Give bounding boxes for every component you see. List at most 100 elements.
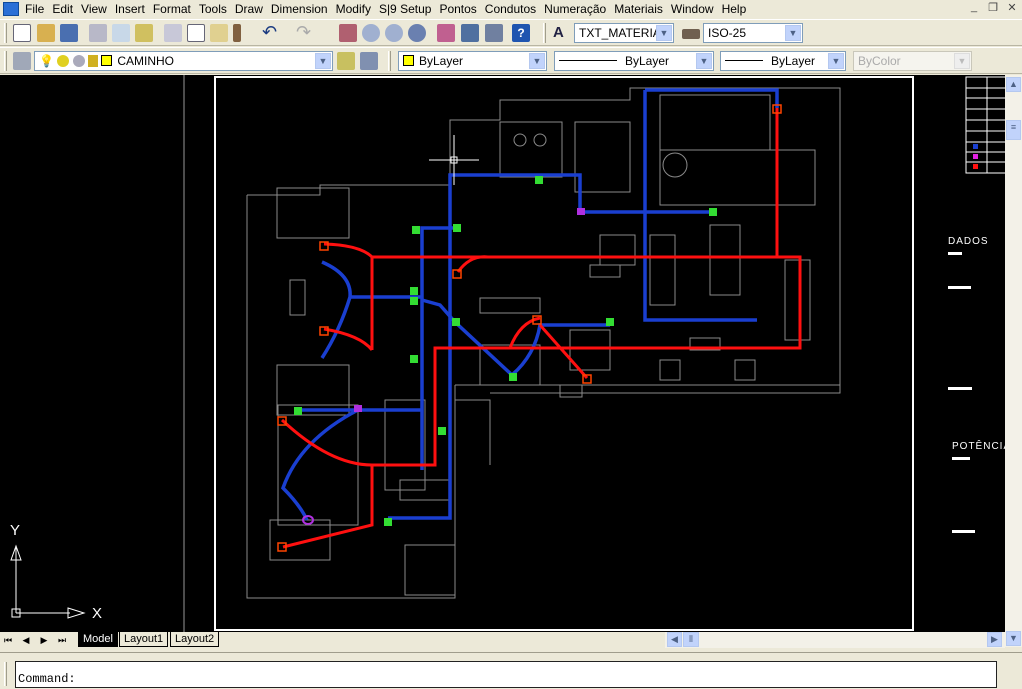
tab-layout1[interactable]: Layout1: [119, 632, 169, 647]
dim-style-select[interactable]: ISO-25 ▼: [703, 23, 803, 43]
menu-modify[interactable]: Modify: [334, 2, 377, 16]
lightbulb-icon[interactable]: 💡: [39, 54, 54, 68]
divider: [0, 652, 1022, 653]
ucs-x-label: X: [92, 605, 103, 622]
command-grip[interactable]: [4, 662, 7, 686]
menu-draw[interactable]: Draw: [233, 2, 269, 16]
chevron-down-icon: ▼: [954, 53, 970, 69]
next-tab-button[interactable]: ▶: [38, 634, 50, 646]
menu-insert[interactable]: Insert: [113, 2, 151, 16]
last-tab-button[interactable]: ⏭: [56, 634, 68, 646]
design-center-icon[interactable]: [461, 24, 479, 42]
layer-manager-icon[interactable]: [13, 52, 31, 70]
menu-file[interactable]: File: [23, 2, 50, 16]
toolbar-grip[interactable]: [4, 51, 7, 71]
menu-view[interactable]: View: [79, 2, 113, 16]
undo-icon[interactable]: ↶: [262, 23, 280, 42]
save-icon[interactable]: [60, 24, 78, 42]
tab-model[interactable]: Model: [78, 632, 118, 647]
viewport-freeze-icon[interactable]: [72, 55, 85, 67]
tool-palettes-icon[interactable]: [485, 24, 503, 42]
ucs-y-label: Y: [10, 522, 21, 539]
scroll-down-button[interactable]: ▼: [1006, 631, 1021, 646]
new-icon[interactable]: [13, 24, 31, 42]
lineweight-value: ByLayer: [771, 54, 816, 68]
layer-previous-icon[interactable]: [360, 52, 378, 70]
open-icon[interactable]: [37, 24, 55, 42]
prev-tab-button[interactable]: ◀: [20, 634, 32, 646]
menu-materiais[interactable]: Materiais: [612, 2, 669, 16]
toolbar-grip[interactable]: [4, 23, 7, 43]
tab-layout2[interactable]: Layout2: [170, 632, 220, 647]
legend-table: [965, 76, 1005, 174]
color-select[interactable]: ByLayer ▼: [398, 51, 547, 71]
match-properties-icon[interactable]: [233, 24, 241, 42]
menu-edit[interactable]: Edit: [50, 2, 79, 16]
menu-help[interactable]: Help: [720, 2, 753, 16]
lock-icon[interactable]: [87, 55, 98, 67]
zoom-realtime-icon[interactable]: [362, 24, 380, 42]
publish-icon[interactable]: [135, 24, 153, 42]
chevron-down-icon[interactable]: ▼: [696, 53, 712, 69]
text-style-icon[interactable]: A: [553, 24, 571, 42]
copy-icon[interactable]: [187, 24, 205, 42]
chevron-down-icon[interactable]: ▼: [529, 53, 545, 69]
floor-plan-drawing: [10, 75, 1005, 632]
first-tab-button[interactable]: ⏮: [2, 634, 14, 646]
restore-button[interactable]: ❐: [985, 1, 1001, 15]
paste-icon[interactable]: [210, 24, 228, 42]
redo-icon[interactable]: ↷: [296, 23, 314, 42]
dim-style-icon[interactable]: [682, 29, 700, 39]
vertical-scroll-thumb[interactable]: ≡: [1006, 120, 1021, 140]
close-button[interactable]: ✕: [1004, 1, 1020, 15]
plot-preview-icon[interactable]: [112, 24, 130, 42]
horizontal-scrollbar[interactable]: ◀ ⦀ ▶: [665, 632, 1005, 648]
chevron-down-icon[interactable]: ▼: [656, 25, 672, 41]
scroll-right-button[interactable]: ▶: [987, 632, 1002, 647]
layer-select[interactable]: 💡 CAMINHO ▼: [34, 51, 333, 71]
toolbar-grip[interactable]: [388, 51, 391, 71]
menu-pontos[interactable]: Pontos: [437, 2, 482, 16]
dim-style-value: ISO-25: [708, 26, 747, 40]
lineweight-select[interactable]: ByLayer ▼: [720, 51, 846, 71]
freeze-sun-icon[interactable]: [57, 55, 70, 67]
plot-style-select: ByColor ▼: [853, 51, 972, 71]
menu-window[interactable]: Window: [669, 2, 720, 16]
menu-dimension[interactable]: Dimension: [269, 2, 334, 16]
menu-condutos[interactable]: Condutos: [483, 2, 542, 16]
menu-tools[interactable]: Tools: [197, 2, 233, 16]
chevron-down-icon[interactable]: ▼: [828, 53, 844, 69]
make-object-layer-current-icon[interactable]: [337, 52, 355, 70]
menu-bar: File Edit View Insert Format Tools Draw …: [0, 0, 1022, 18]
command-prompt: Command:: [18, 672, 76, 686]
scroll-left-button[interactable]: ◀: [667, 632, 682, 647]
color-swatch: [403, 55, 414, 66]
scroll-up-button[interactable]: ▲: [1006, 77, 1021, 92]
menu-numeracao[interactable]: Numeração: [542, 2, 612, 16]
color-value: ByLayer: [419, 54, 464, 68]
zoom-window-icon[interactable]: [385, 24, 403, 42]
minimize-button[interactable]: _: [966, 1, 982, 15]
linetype-select[interactable]: ByLayer ▼: [554, 51, 714, 71]
properties-icon[interactable]: [437, 24, 455, 42]
chevron-down-icon[interactable]: ▼: [315, 53, 331, 69]
pan-icon[interactable]: [339, 24, 357, 42]
toolbar-grip[interactable]: [543, 23, 546, 43]
print-icon[interactable]: [89, 24, 107, 42]
cut-icon[interactable]: [164, 24, 182, 42]
vertical-scrollbar[interactable]: ▲ ≡ ▼: [1005, 75, 1022, 647]
menu-format[interactable]: Format: [151, 2, 197, 16]
plot-style-value: ByColor: [858, 54, 901, 68]
layout-tabs-bar: ⏮ ◀ ▶ ⏭ Model Layout1 Layout2 ◀ ⦀ ▶: [0, 632, 1005, 648]
text-style-select[interactable]: TXT_MATERIA ▼: [574, 23, 674, 43]
layers-properties-toolbar: 💡 CAMINHO ▼ ByLayer ▼ ByLayer ▼ ByLayer ▼ B…: [0, 47, 1022, 74]
drawing-area[interactable]: Y X DADOS POTÊNCIA: [0, 75, 1005, 632]
menu-s9-setup[interactable]: S|9 Setup: [377, 2, 438, 16]
command-line[interactable]: Command:: [15, 661, 997, 688]
data-conduits: [280, 88, 779, 521]
autocad-app-icon[interactable]: [3, 2, 19, 16]
horizontal-scroll-thumb[interactable]: ⦀: [683, 632, 699, 647]
zoom-previous-icon[interactable]: [408, 24, 426, 42]
chevron-down-icon[interactable]: ▼: [785, 25, 801, 41]
help-icon[interactable]: ?: [512, 24, 530, 42]
